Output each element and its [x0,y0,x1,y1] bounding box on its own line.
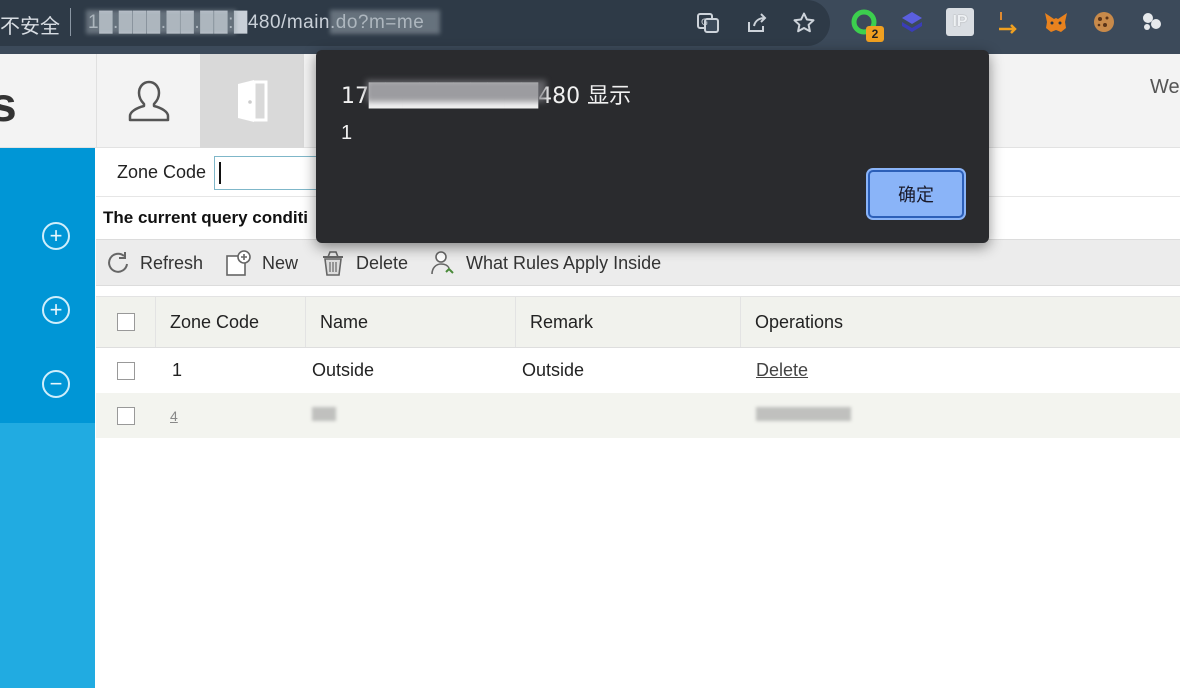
plus-circle-icon[interactable]: + [42,296,70,324]
extension-dots-icon[interactable] [1138,8,1166,36]
user-rules-icon [431,251,454,275]
security-indicator[interactable]: 不安全 [0,10,60,39]
new-label: New [262,252,299,273]
url-redaction [330,10,440,34]
header-label: Zone Code [170,311,260,332]
cell-zone-code: 4 [170,407,178,424]
user-nav-tab[interactable] [96,54,200,148]
user-icon [128,80,169,122]
row-checkbox[interactable] [117,361,135,380]
ok-button[interactable]: 确定 [868,170,964,218]
star-icon[interactable] [789,8,819,38]
row-select-cell [96,393,156,438]
extension-arrow-icon[interactable] [994,8,1022,36]
alert-message: 1 [341,122,353,144]
header-zone-code[interactable]: Zone Code [156,297,306,347]
cell-name: Outside [312,360,375,380]
plus-circle-icon[interactable]: + [42,222,70,250]
zone-code-label: Zone Code [117,162,207,182]
cookie-icon[interactable] [1090,8,1118,36]
cell-zone-code: 1 [172,360,183,380]
left-sidebar: + + − [0,148,95,688]
redacted-name [312,407,336,421]
translate-icon[interactable]: G [693,8,723,38]
zone-table: Zone Code Name Remark Operations 1 Outsi… [96,296,1180,438]
table-header-row: Zone Code Name Remark Operations [96,296,1180,348]
delete-row-link[interactable]: Delete [756,360,808,381]
row-select-cell [96,348,156,393]
refresh-icon [108,252,128,273]
header-label: Remark [530,311,594,332]
header-remark[interactable]: Remark [516,297,741,347]
header-label: Operations [755,311,844,332]
sidebar-menu: + + − [0,148,95,423]
new-button[interactable]: New [224,246,298,280]
address-separator [70,8,71,36]
browser-toolbar: 不安全 1█.███.██.██:█480/main.do?m=me G 2 I… [0,0,1180,54]
header-label: Name [320,311,369,332]
table-row[interactable]: 4 [96,393,1180,438]
rules-button[interactable]: What Rules Apply Inside [428,246,661,280]
table-row[interactable]: 1 Outside Outside Delete [96,348,1180,393]
brand-logo: s [0,79,17,132]
ip-label: IP [952,13,968,30]
action-toolbar: Refresh New Delete What Rules Apply Insi… [96,239,1180,286]
header-name[interactable]: Name [306,297,516,347]
door-nav-tab[interactable] [200,54,304,148]
door-icon [238,80,268,122]
alert-title-redaction [366,80,546,102]
ip-icon[interactable]: IP [946,8,974,36]
query-condition-text: The current query conditi [103,208,308,227]
extension-stack-icon[interactable] [898,8,926,36]
delete-button[interactable]: Delete [318,246,408,280]
refresh-button[interactable]: Refresh [104,246,203,280]
text-caret [219,162,221,184]
select-all-cell [96,297,156,347]
redacted-operations [756,407,851,421]
cell-remark: Outside [522,360,585,380]
select-all-checkbox[interactable] [116,313,135,331]
minus-circle-icon[interactable]: − [42,370,70,398]
share-icon[interactable] [742,8,772,38]
rules-label: What Rules Apply Inside [466,252,662,273]
url-redaction [86,10,236,34]
new-icon [226,250,251,276]
header-operations[interactable]: Operations [741,297,1180,347]
alert-dialog: 17██████████480 显示 1 确定 [316,50,989,243]
extension-badge: 2 [866,26,884,42]
delete-label: Delete [356,252,409,273]
trash-icon [323,251,343,276]
welcome-text: We [1150,76,1180,98]
refresh-label: Refresh [140,252,204,273]
row-checkbox[interactable] [117,406,135,425]
cell-operations: Delete [756,348,808,393]
svg-text:G: G [701,18,708,28]
metamask-icon[interactable] [1042,8,1070,36]
